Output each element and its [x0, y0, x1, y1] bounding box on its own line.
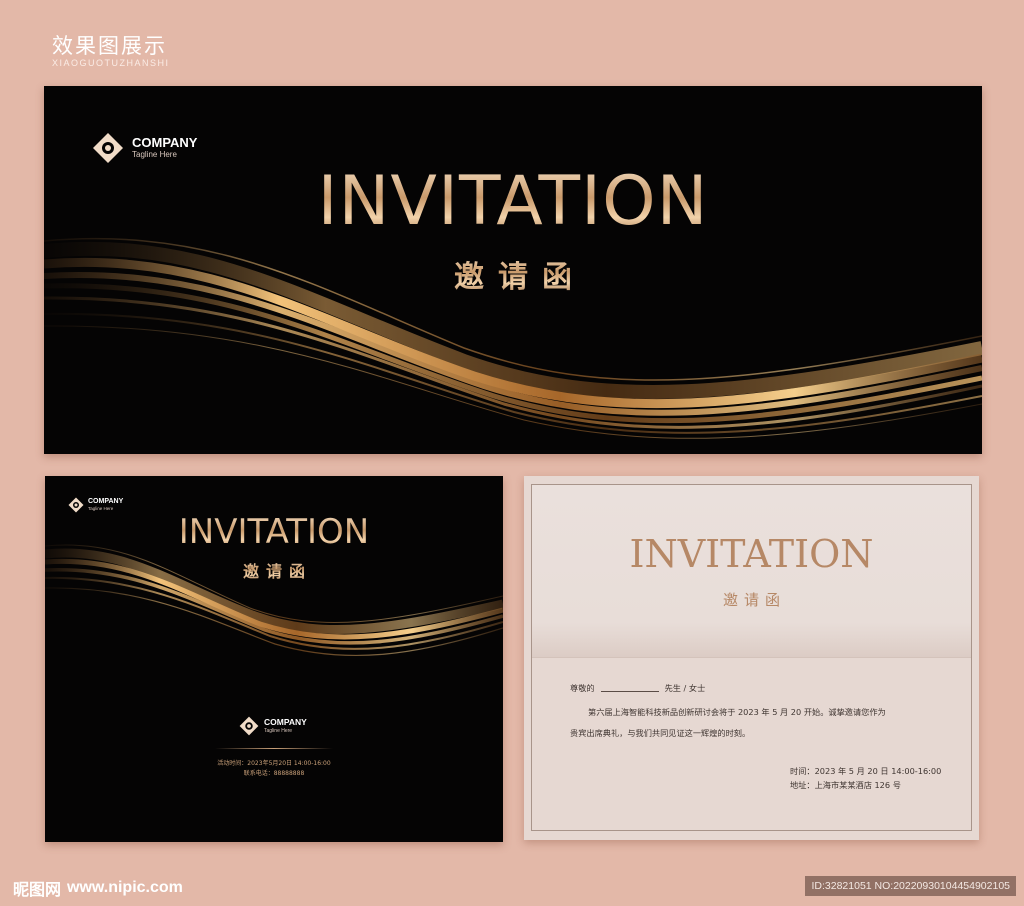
company-tagline: Tagline Here	[264, 727, 293, 734]
company-name: COMPANY	[264, 717, 307, 728]
company-logo: COMPANY Tagline Here	[92, 132, 197, 164]
company-tagline: Tagline Here	[88, 506, 114, 512]
invitation-title-cn: 邀请函	[45, 558, 503, 582]
invitation-cover-card: COMPANY Tagline Here INVITATION 邀请函 COMP…	[45, 476, 503, 842]
site-name: 昵图网	[13, 880, 62, 899]
salutation: 尊敬的 先生 / 女士	[570, 682, 705, 694]
company-logo: COMPANY Tagline Here	[68, 497, 123, 513]
letter-time: 时间：2023 年 5 月 20 日 14:00-16:00	[790, 766, 942, 776]
invitation-title: INVITATION	[45, 512, 503, 552]
page-header-subtitle: XIAOGUOTUZHANSHI	[52, 58, 170, 68]
site-url: www.nipic.com	[67, 879, 183, 896]
letter-body-line-1: 第六届上海智能科技新品创新研讨会将于 2023 年 5 月 20 开始。诚挚邀请…	[588, 707, 886, 717]
salutation-prefix: 尊敬的	[570, 683, 595, 693]
company-diamond-logo-icon	[68, 497, 84, 513]
event-contact: 联系电话：88888888	[243, 770, 305, 777]
letter-body-line-2: 贵宾出席典礼，与我们共同见证这一辉煌的时刻。	[570, 728, 751, 738]
invitation-title: INVITATION	[44, 162, 982, 241]
gold-divider	[215, 748, 333, 749]
invitation-title-cn: 邀请函	[44, 252, 982, 296]
nipic-watermark: 昵图网 www.nipic.com	[13, 876, 183, 900]
company-tagline: Tagline Here	[132, 150, 177, 160]
invitation-letter-card: INVITATION 邀请函 尊敬的 先生 / 女士 第六届上海智能科技新品创新研…	[524, 476, 979, 840]
invitation-title-cn: 邀请函	[722, 591, 786, 609]
invitation-banner-card: COMPANY Tagline Here INVITATION 邀请函	[44, 86, 982, 454]
invitation-title: INVITATION	[629, 532, 874, 576]
letter-address: 地址：上海市某某酒店 126 号	[790, 780, 901, 790]
company-diamond-logo-icon	[239, 716, 259, 736]
name-blank-line	[600, 684, 659, 692]
company-name: COMPANY	[88, 498, 124, 506]
company-diamond-logo-icon	[93, 133, 123, 163]
company-name: COMPANY	[132, 135, 198, 151]
image-id-badge: ID:32821051 NO:20220930104454902105	[805, 876, 1016, 896]
salutation-suffix: 先生 / 女士	[664, 683, 706, 693]
page-header-title: 效果图展示	[52, 34, 167, 58]
company-logo-bottom: COMPANY Tagline Here	[239, 716, 307, 736]
